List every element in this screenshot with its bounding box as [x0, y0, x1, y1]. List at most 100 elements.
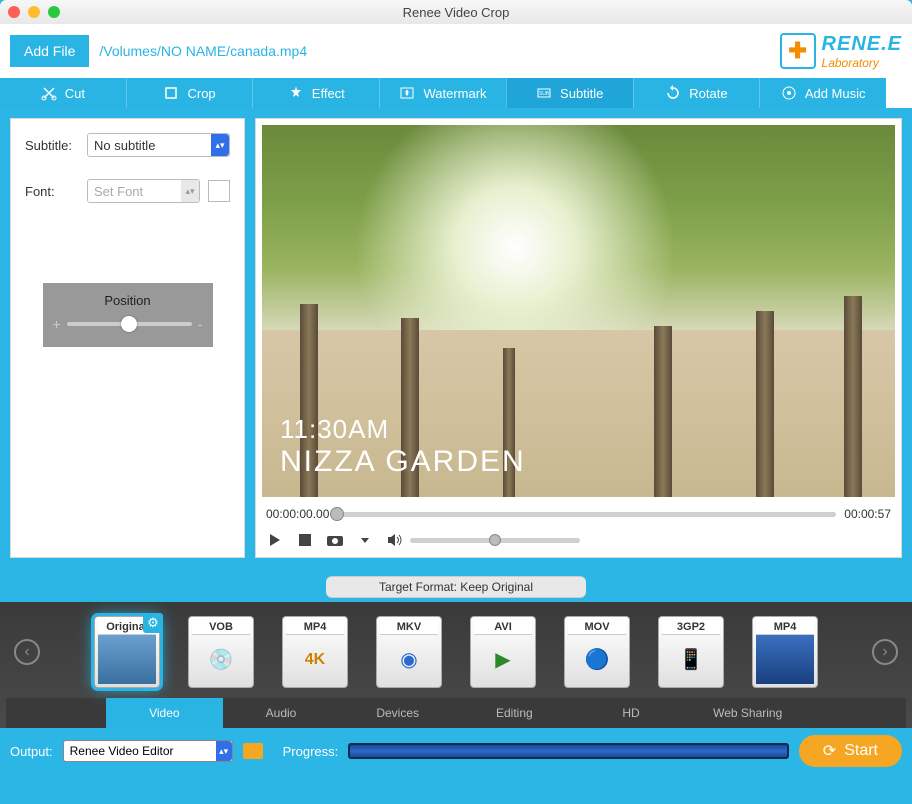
gear-icon[interactable]: ⚙	[143, 613, 163, 633]
category-tab-devices[interactable]: Devices	[339, 698, 456, 728]
minus-icon: +	[53, 316, 61, 332]
tab-label: Rotate	[689, 86, 727, 101]
carousel-next-button[interactable]: ›	[872, 639, 898, 665]
subtitle-select[interactable]: No subtitle ▴▾	[87, 133, 230, 157]
seek-slider[interactable]	[337, 512, 836, 517]
chevron-updown-icon: ▴▾	[211, 134, 229, 156]
position-control: Position + -	[43, 283, 213, 347]
start-button-label: Start	[844, 742, 878, 760]
position-slider-thumb[interactable]	[121, 316, 137, 332]
output-select[interactable]: Renee Video Editor ▴▾	[63, 740, 233, 762]
format-label: MP4	[756, 620, 814, 635]
format-avi[interactable]: AVI ▶	[470, 616, 536, 688]
tab-label: Add Music	[805, 86, 866, 101]
bottom-bar: Output: Renee Video Editor ▴▾ Progress: …	[0, 728, 912, 774]
file-path: /Volumes/NO NAME/canada.mp4	[99, 43, 769, 59]
main-area: Subtitle: No subtitle ▴▾ Font: Set Font …	[0, 108, 912, 568]
open-folder-button[interactable]	[243, 743, 263, 759]
video-preview[interactable]: 11:30AM NIZZA GARDEN	[262, 125, 895, 497]
brand-subtitle: Laboratory	[822, 56, 902, 70]
tab-add-music[interactable]: Add Music	[759, 78, 886, 108]
volume-icon[interactable]	[386, 531, 404, 549]
effect-icon	[288, 85, 304, 101]
chevron-updown-icon: ▴▾	[216, 741, 232, 761]
window-title: Renee Video Crop	[0, 5, 912, 20]
format-label: VOB	[192, 620, 250, 635]
carousel-prev-button[interactable]: ‹	[14, 639, 40, 665]
snapshot-button[interactable]	[326, 531, 344, 549]
tab-cut[interactable]: Cut	[0, 78, 126, 108]
format-vob[interactable]: VOB 💿	[188, 616, 254, 688]
progress-bar	[348, 743, 789, 759]
volume-thumb[interactable]	[489, 534, 501, 546]
format-label: AVI	[474, 620, 532, 635]
tab-label: Effect	[312, 86, 345, 101]
watermark-icon	[399, 85, 415, 101]
font-field-label: Font:	[25, 184, 79, 199]
format-list: ⚙ Original VOB 💿 MP4 4K MKV ◉ AVI ▶ MOV	[58, 616, 854, 688]
crop-icon	[163, 85, 179, 101]
add-file-button[interactable]: Add File	[10, 35, 89, 67]
time-total: 00:00:57	[844, 507, 891, 521]
format-label: MOV	[568, 620, 626, 635]
music-icon	[781, 85, 797, 101]
format-original[interactable]: ⚙ Original	[94, 616, 160, 688]
overlay-title: NIZZA GARDEN	[280, 445, 526, 479]
volume-slider[interactable]	[410, 538, 580, 543]
refresh-icon: ⟳	[823, 741, 836, 761]
tab-label: Subtitle	[560, 86, 603, 101]
format-mkv[interactable]: MKV ◉	[376, 616, 442, 688]
format-label: MP4	[286, 620, 344, 635]
overlay-time: 11:30AM	[280, 414, 526, 445]
progress-label: Progress:	[283, 744, 339, 759]
tab-subtitle[interactable]: SUB Subtitle	[506, 78, 633, 108]
subtitle-panel: Subtitle: No subtitle ▴▾ Font: Set Font …	[10, 118, 245, 558]
tab-spacer	[886, 78, 912, 108]
tab-label: Crop	[187, 86, 215, 101]
preview-panel: 11:30AM NIZZA GARDEN 00:00:00.00 00:00:5…	[255, 118, 902, 558]
format-mov[interactable]: MOV 🔵	[564, 616, 630, 688]
time-current: 00:00:00.00	[266, 507, 329, 521]
chevron-updown-icon: ▴▾	[181, 180, 199, 202]
seek-thumb[interactable]	[330, 507, 344, 521]
playback-controls	[262, 527, 895, 551]
format-3gp2[interactable]: 3GP2 📱	[658, 616, 724, 688]
output-value: Renee Video Editor	[70, 744, 174, 758]
start-button[interactable]: ⟳ Start	[799, 735, 902, 767]
titlebar: Renee Video Crop	[0, 0, 912, 24]
font-select[interactable]: Set Font ▴▾	[87, 179, 200, 203]
category-tab-hd[interactable]: HD	[573, 698, 690, 728]
category-tabs: Video Audio Devices Editing HD Web Shari…	[6, 698, 906, 728]
output-label: Output:	[10, 744, 53, 759]
seek-bar: 00:00:00.00 00:00:57	[262, 497, 895, 527]
brand-logo-area: ✚ RENE.E Laboratory	[780, 33, 902, 70]
tab-rotate[interactable]: Rotate	[633, 78, 760, 108]
tab-label: Watermark	[423, 86, 486, 101]
format-mp4[interactable]: MP4 4K	[282, 616, 348, 688]
target-format-label: Target Format: Keep Original	[326, 576, 586, 598]
format-mp4-2[interactable]: MP4	[752, 616, 818, 688]
font-color-swatch[interactable]	[208, 180, 230, 202]
tab-watermark[interactable]: Watermark	[379, 78, 506, 108]
video-overlay-text: 11:30AM NIZZA GARDEN	[280, 414, 526, 479]
tab-crop[interactable]: Crop	[126, 78, 253, 108]
category-tab-editing[interactable]: Editing	[456, 698, 573, 728]
brand-cross-icon: ✚	[780, 33, 816, 69]
plus-icon: -	[198, 316, 203, 332]
stop-button[interactable]	[296, 531, 314, 549]
position-label: Position	[43, 283, 213, 308]
play-button[interactable]	[266, 531, 284, 549]
brand-name: RENE.E	[822, 33, 902, 56]
category-tab-websharing[interactable]: Web Sharing	[689, 698, 806, 728]
svg-text:SUB: SUB	[539, 91, 550, 97]
format-section: ‹ ⚙ Original VOB 💿 MP4 4K MKV ◉ AVI ▶	[0, 602, 912, 728]
rotate-icon	[665, 85, 681, 101]
cut-icon	[41, 85, 57, 101]
category-tab-audio[interactable]: Audio	[223, 698, 340, 728]
snapshot-dropdown[interactable]	[356, 531, 374, 549]
format-label: MKV	[380, 620, 438, 635]
position-slider[interactable]: + -	[53, 316, 203, 332]
category-tab-video[interactable]: Video	[106, 698, 223, 728]
format-label: 3GP2	[662, 620, 720, 635]
tab-effect[interactable]: Effect	[252, 78, 379, 108]
